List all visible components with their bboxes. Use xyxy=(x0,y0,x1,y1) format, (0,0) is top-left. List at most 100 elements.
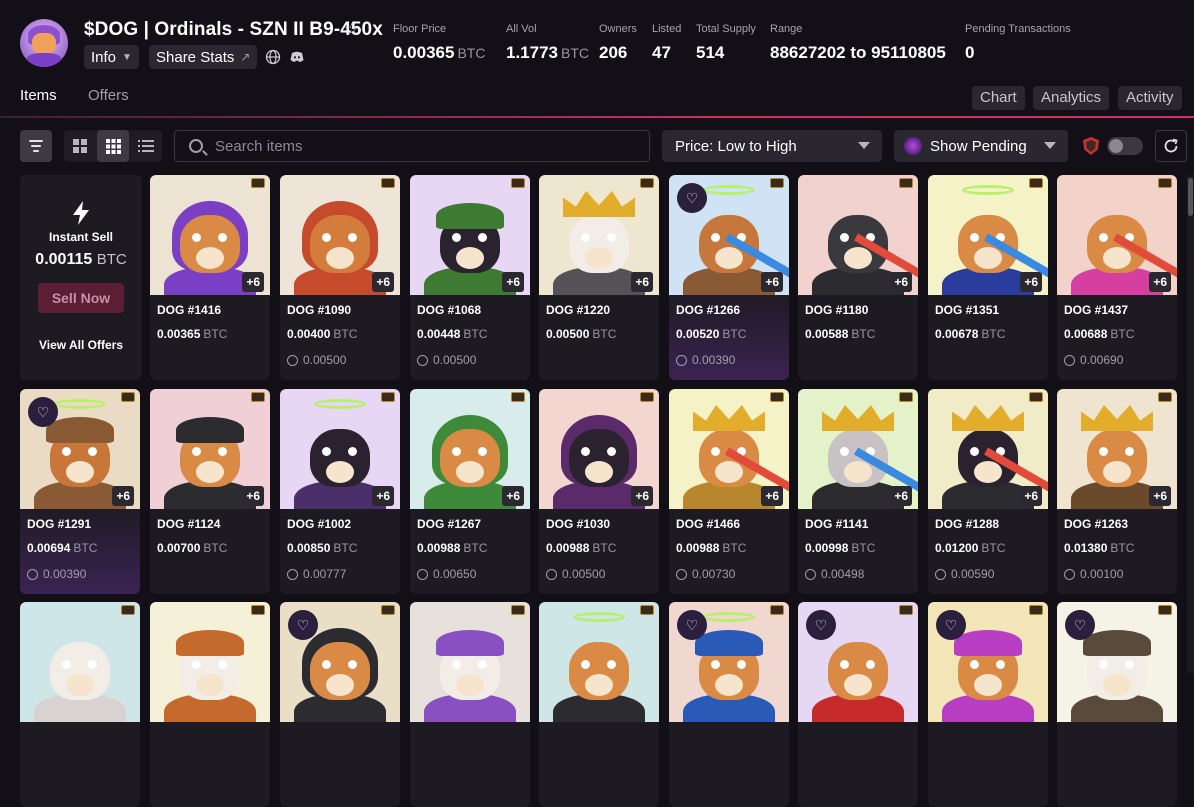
stat-label: Floor Price xyxy=(393,23,447,35)
item-image: +6 xyxy=(1057,175,1177,295)
small-grid-icon[interactable] xyxy=(97,130,129,162)
discord-icon[interactable] xyxy=(289,49,305,65)
item-card[interactable] xyxy=(20,602,140,807)
view-all-offers-link[interactable]: View All Offers xyxy=(20,338,142,352)
item-card[interactable]: +6 DOG #1288 0.01200 BTC 0.00590 xyxy=(928,389,1048,594)
sort-select[interactable]: Price: Low to High xyxy=(662,130,882,162)
large-grid-icon[interactable] xyxy=(64,130,96,162)
scrollbar[interactable] xyxy=(1187,175,1194,673)
pending-select-value: Show Pending xyxy=(930,137,1027,155)
collection-badge-icon xyxy=(899,392,913,402)
collection-badge-icon xyxy=(511,392,525,402)
pending-select[interactable]: Show Pending xyxy=(894,130,1068,162)
collection-badge-icon xyxy=(381,178,395,188)
stat-unit: BTC xyxy=(561,45,589,61)
stat-all-vol: All Vol 1.1773 BTC xyxy=(506,23,589,63)
heart-icon[interactable]: ♡ xyxy=(28,397,58,427)
item-name: DOG #1002 xyxy=(287,517,352,531)
item-price xyxy=(157,754,160,768)
list-view-icon[interactable] xyxy=(130,130,162,162)
item-card[interactable]: +6 DOG #1030 0.00988 BTC 0.00500 xyxy=(539,389,659,594)
item-card[interactable]: +6 DOG #1351 0.00678 BTC xyxy=(928,175,1048,380)
item-card[interactable]: +6 DOG #1437 0.00688 BTC 0.00690 xyxy=(1057,175,1177,380)
item-card[interactable] xyxy=(410,602,530,807)
traits-badge: +6 xyxy=(631,486,653,506)
item-card[interactable]: +6 DOG #1090 0.00400 BTC 0.00500 xyxy=(280,175,400,380)
item-card[interactable]: +6 DOG #1068 0.00448 BTC 0.00500 xyxy=(410,175,530,380)
item-price xyxy=(287,754,290,768)
globe-icon[interactable] xyxy=(265,49,281,65)
tab-offers[interactable]: Offers xyxy=(88,87,129,104)
item-price: 0.00500 BTC xyxy=(546,327,617,341)
item-card[interactable]: +6 DOG #1466 0.00988 BTC 0.00730 xyxy=(669,389,789,594)
share-stats-label: Share Stats xyxy=(156,48,235,66)
last-sale: 0.00730 xyxy=(676,567,735,581)
collection-badge-icon xyxy=(1029,605,1043,615)
last-sale: 0.00100 xyxy=(1064,567,1123,581)
collection-badge-icon xyxy=(121,392,135,402)
collection-badge-icon xyxy=(640,605,654,615)
last-sale: 0.00590 xyxy=(935,567,994,581)
item-card[interactable]: ♡ xyxy=(798,602,918,807)
item-price: 0.00365 BTC xyxy=(157,327,228,341)
item-card[interactable]: +6 DOG #1263 0.01380 BTC 0.00100 xyxy=(1057,389,1177,594)
heart-icon[interactable]: ♡ xyxy=(806,610,836,640)
collection-badge-icon xyxy=(251,605,265,615)
chart-button[interactable]: Chart xyxy=(972,86,1025,110)
verified-toggle[interactable] xyxy=(1107,137,1143,155)
collection-badge-icon xyxy=(511,605,525,615)
item-card[interactable]: ♡ xyxy=(928,602,1048,807)
activity-button[interactable]: Activity xyxy=(1118,86,1182,110)
traits-badge: +6 xyxy=(502,272,524,292)
stat-label: Owners xyxy=(599,23,637,35)
item-card[interactable]: ♡ +6 DOG #1291 0.00694 BTC 0.00390 xyxy=(20,389,140,594)
item-image: +6 xyxy=(410,175,530,295)
stat-label: Pending Transactions xyxy=(965,23,1071,35)
last-sale: 0.00390 xyxy=(27,567,86,581)
collection-avatar[interactable] xyxy=(20,19,68,67)
item-card[interactable]: ♡ +6 DOG #1266 0.00520 BTC 0.00390 xyxy=(669,175,789,380)
filter-toggle-button[interactable] xyxy=(20,130,52,162)
item-name: DOG #1291 xyxy=(27,517,92,531)
collection-badge-icon xyxy=(899,178,913,188)
refresh-button[interactable] xyxy=(1155,130,1187,162)
stat-value: 88627202 to 95110805 xyxy=(770,43,946,62)
item-card[interactable] xyxy=(539,602,659,807)
item-card[interactable]: +6 DOG #1180 0.00588 BTC xyxy=(798,175,918,380)
item-card[interactable]: +6 DOG #1267 0.00988 BTC 0.00650 xyxy=(410,389,530,594)
item-card[interactable]: +6 DOG #1124 0.00700 BTC xyxy=(150,389,270,594)
item-image: +6 xyxy=(1057,389,1177,509)
search-input[interactable] xyxy=(215,136,635,156)
collection-badge-icon xyxy=(770,605,784,615)
external-link-icon: ↗ xyxy=(240,50,251,64)
stat-value: 0.00365 xyxy=(393,43,455,62)
view-mode-group xyxy=(64,130,162,162)
tab-items[interactable]: Items xyxy=(20,87,57,104)
item-image: +6 xyxy=(539,175,659,295)
item-card[interactable]: +6 DOG #1141 0.00998 BTC 0.00498 xyxy=(798,389,918,594)
item-image: +6 xyxy=(798,175,918,295)
item-card[interactable]: ♡ xyxy=(280,602,400,807)
sell-now-button[interactable]: Sell Now xyxy=(38,283,124,313)
favorite-star-icon[interactable]: ☆ xyxy=(344,20,359,40)
analytics-button[interactable]: Analytics xyxy=(1033,86,1110,110)
last-sale-icon xyxy=(417,354,428,366)
share-stats-button[interactable]: Share Stats ↗ xyxy=(149,45,258,69)
stat-floor-price: Floor Price 0.00365 BTC xyxy=(393,23,485,63)
info-label: Info xyxy=(91,48,117,66)
heart-icon[interactable]: ♡ xyxy=(677,183,707,213)
item-card[interactable]: +6 DOG #1220 0.00500 BTC xyxy=(539,175,659,380)
heart-icon[interactable]: ♡ xyxy=(936,610,966,640)
info-dropdown[interactable]: Info ▼ xyxy=(84,45,139,69)
item-image: +6 xyxy=(280,389,400,509)
sort-select-value: Price: Low to High xyxy=(675,137,797,155)
heart-icon[interactable]: ♡ xyxy=(288,610,318,640)
item-image: +6 xyxy=(928,175,1048,295)
heart-icon[interactable]: ♡ xyxy=(677,610,707,640)
item-card[interactable]: ♡ xyxy=(669,602,789,807)
item-card[interactable] xyxy=(150,602,270,807)
item-card[interactable]: +6 DOG #1416 0.00365 BTC xyxy=(150,175,270,380)
item-card[interactable]: +6 DOG #1002 0.00850 BTC 0.00777 xyxy=(280,389,400,594)
heart-icon[interactable]: ♡ xyxy=(1065,610,1095,640)
item-card[interactable]: ♡ xyxy=(1057,602,1177,807)
